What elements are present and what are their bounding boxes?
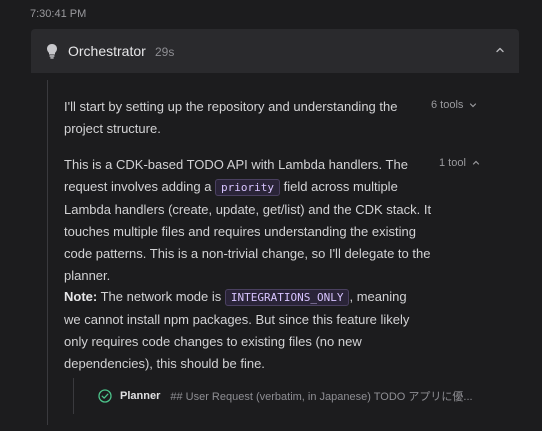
subagent-planner-row[interactable]: Planner ## User Request (verbatim, in Ja… (98, 388, 488, 404)
subagent-thread-line (73, 378, 74, 414)
tools-toggle-6[interactable]: 6 tools (431, 99, 477, 111)
message-analysis: This is a CDK-based TODO API with Lambda… (64, 154, 434, 287)
chevron-down-icon (470, 103, 477, 108)
tools-toggle-1[interactable]: 1 tool (439, 157, 480, 169)
chevron-up-icon (472, 160, 480, 165)
check-circle-icon (98, 389, 112, 403)
timestamp: 7:30:41 PM (30, 8, 87, 20)
orchestrator-header[interactable]: Orchestrator 29s (31, 29, 519, 73)
lightbulb-icon (47, 44, 57, 59)
orchestrator-duration: 29s (155, 45, 175, 59)
subagent-preview: ## User Request (verbatim, in Japanese) … (170, 391, 473, 403)
message-setup: I'll start by setting up the repository … (64, 96, 434, 140)
tools-count-label: 6 tools (431, 99, 464, 111)
chevron-up-icon[interactable] (495, 45, 505, 55)
inline-code-priority: priority (215, 179, 281, 196)
message-note: Note: The network mode is INTEGRATIONS_O… (64, 286, 424, 375)
orchestrator-title: Orchestrator (68, 43, 146, 59)
note-label: Note: (64, 289, 98, 304)
message-text: I'll start by setting up the repository … (64, 99, 398, 136)
tools-count-label: 1 tool (439, 157, 466, 169)
thread-line (47, 80, 48, 425)
inline-code-network-mode: INTEGRATIONS_ONLY (224, 289, 350, 306)
subagent-name: Planner (120, 390, 161, 402)
note-text: The network mode is (97, 289, 225, 304)
